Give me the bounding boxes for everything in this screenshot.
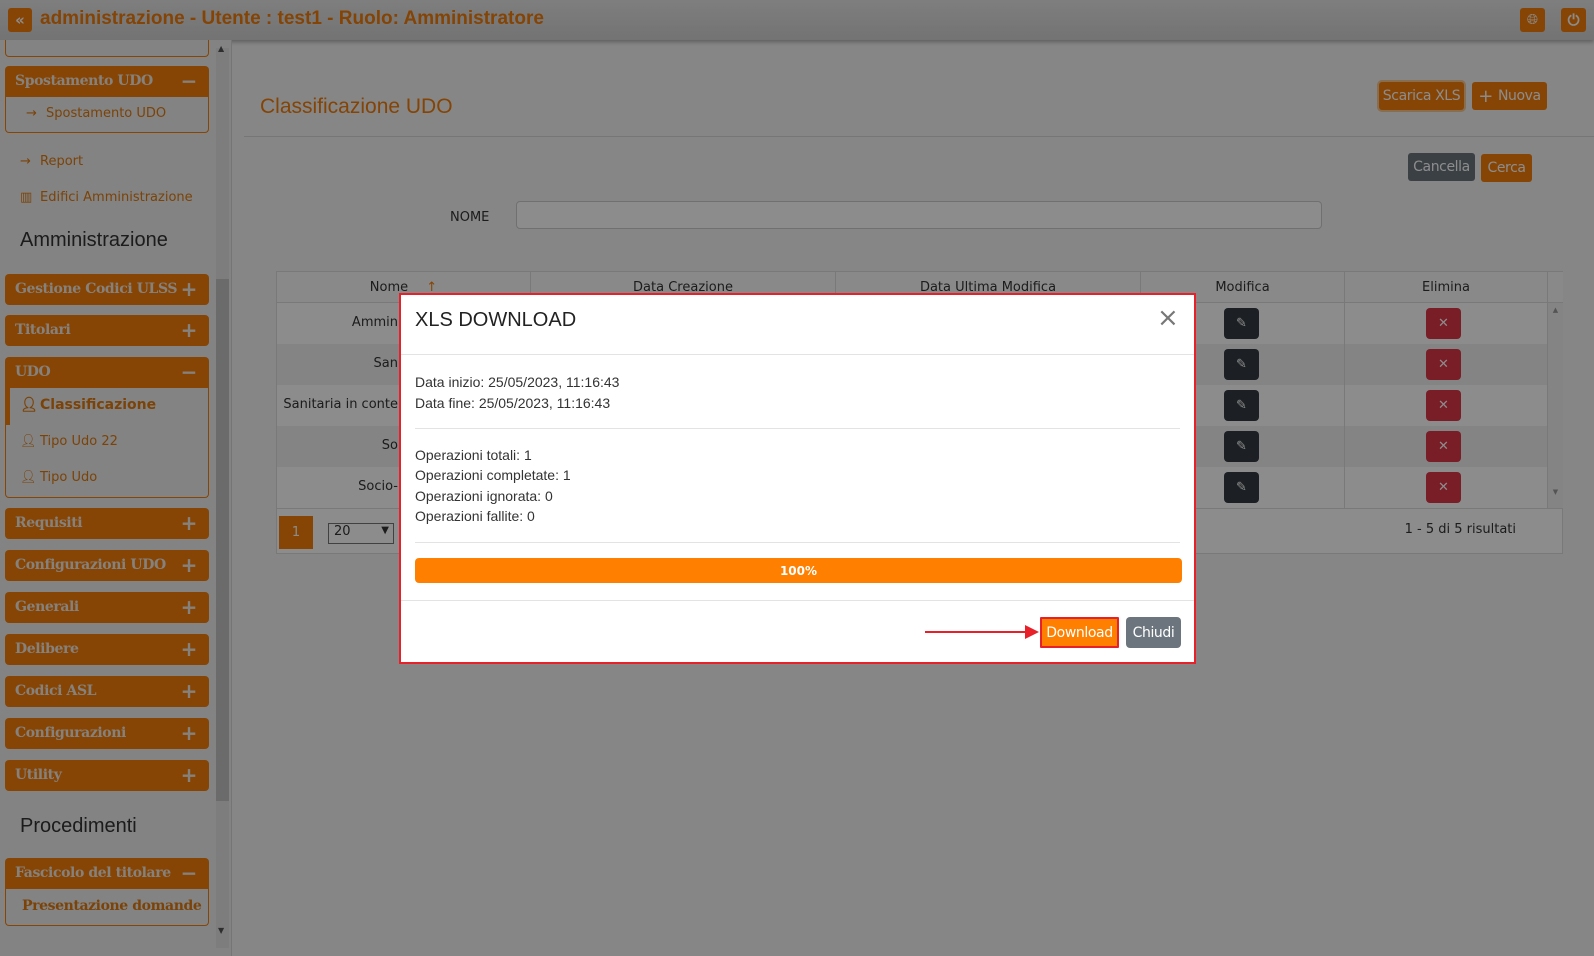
operazioni-completate: Operazioni completate: 1 xyxy=(415,467,571,483)
divider xyxy=(401,354,1194,355)
divider xyxy=(415,542,1180,543)
operazioni-totali: Operazioni totali: 1 xyxy=(415,447,532,463)
divider xyxy=(401,600,1194,601)
data-inizio: Data inizio: 25/05/2023, 11:16:43 xyxy=(415,374,620,390)
modal-title: XLS DOWNLOAD xyxy=(415,309,577,331)
divider xyxy=(415,428,1180,429)
progress-fill: 100% xyxy=(415,558,1182,583)
progress-bar: 100% xyxy=(415,558,1182,583)
operazioni-fallite: Operazioni fallite: 0 xyxy=(415,508,535,524)
close-icon[interactable]: × xyxy=(1157,303,1179,333)
chiudi-button[interactable]: Chiudi xyxy=(1126,617,1181,648)
operazioni-ignorata: Operazioni ignorata: 0 xyxy=(415,488,553,504)
progress-label: 100% xyxy=(779,563,818,578)
annotation-arrowhead-icon xyxy=(1025,625,1039,639)
annotation-arrow-icon xyxy=(925,631,1027,633)
data-fine: Data fine: 25/05/2023, 11:16:43 xyxy=(415,395,611,411)
xls-download-modal: XLS DOWNLOAD × Data inizio: 25/05/2023, … xyxy=(399,293,1196,664)
download-button[interactable]: Download xyxy=(1040,617,1119,648)
